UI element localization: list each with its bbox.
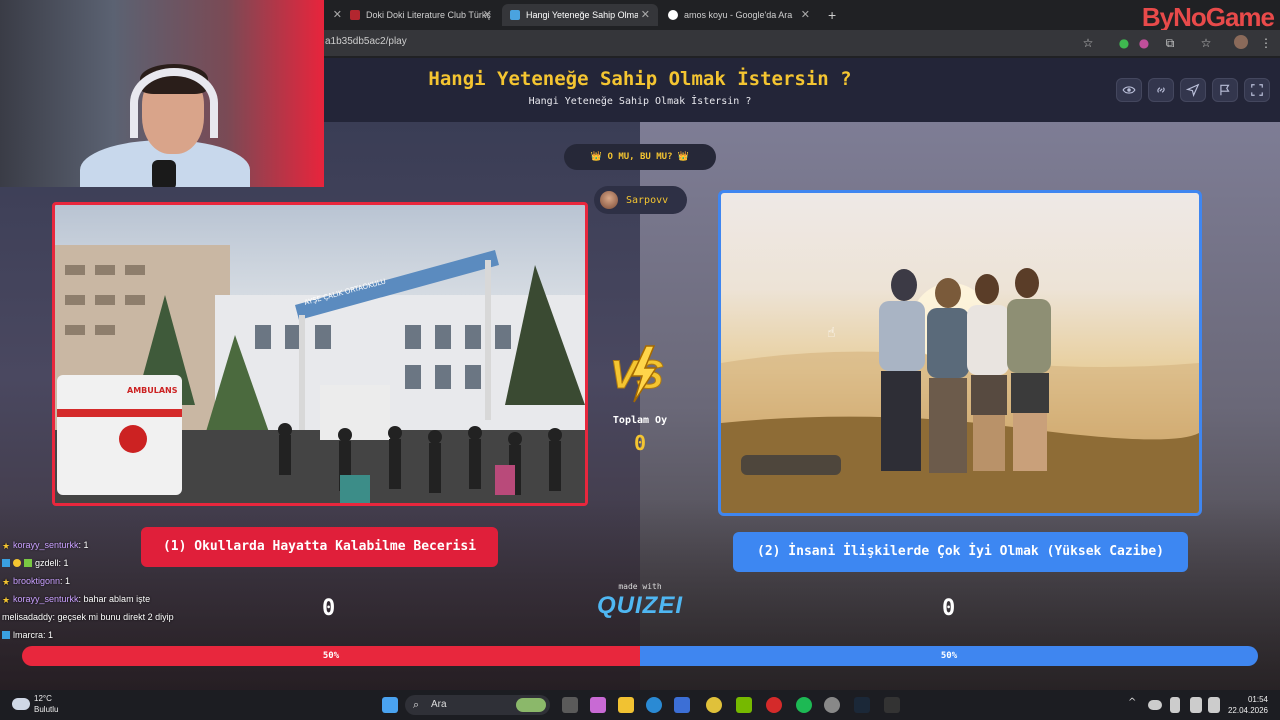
google-favicon-icon [668,10,678,20]
bookmarks-icon[interactable]: ☆ [1198,35,1214,51]
star-badge-icon: ★ [2,541,11,551]
eye-icon[interactable] [1116,78,1142,102]
tab-label: Hangi Yeteneğe Sahip Olmak İs [526,10,638,20]
clock-date: 22.04.2026 [1227,706,1268,715]
search-placeholder: Ara [431,699,447,710]
edge-icon[interactable] [646,697,662,713]
send-icon[interactable] [1180,78,1206,102]
windows-start-icon[interactable] [382,697,398,713]
cloud-icon [12,698,30,710]
weather-desc: Bulutlu [34,705,59,714]
weather-widget[interactable]: 12°C Bulutlu [34,693,58,715]
star-badge-icon: ★ [2,595,11,605]
extension-icon[interactable]: ● [1136,35,1152,51]
total-votes-label: Toplam Oy [612,415,668,426]
webcam-overlay [0,0,324,187]
new-tab-button[interactable]: + [820,4,840,26]
tab-google[interactable]: amos koyu - Google'da Ara ✕ [660,4,818,26]
badge-icon [2,631,10,639]
option-2-votes: 0 [942,596,956,621]
chrome-icon[interactable] [706,697,722,713]
chat-message: ★ brooktigonn: 1 [2,572,242,590]
mode-badge: 👑 O MU, BU MU? 👑 [564,144,716,170]
vote-progress-bar: 50% 50% [22,646,1258,666]
chevron-up-icon[interactable]: ^ [1128,697,1138,713]
option-1-percent: 50% [22,646,640,666]
opera-icon[interactable] [766,697,782,713]
taskbar-search[interactable]: ⌕ Ara [405,695,550,715]
link-icon[interactable] [1148,78,1174,102]
chat-message: gzdell: 1 [2,554,242,572]
ambulance-text: AMBULANS [127,386,178,395]
bynogame-watermark: ByNoGame [1141,2,1275,32]
player-chip: Sarpovv [594,186,687,214]
tab-quiz[interactable]: Hangi Yeteneğe Sahip Olmak İs ✕ [502,4,658,26]
onedrive-icon[interactable] [1148,700,1162,710]
steam-icon[interactable] [854,697,870,713]
bookmark-star-icon[interactable]: ☆ [1080,35,1096,51]
chat-message: lmarcra: 1 [2,626,242,644]
weather-temp: 12°C [34,694,52,703]
badge-icon [24,559,32,567]
nvidia-icon[interactable] [736,697,752,713]
tab-label: Doki Doki Literature Club Türkç [366,10,491,20]
tab-label: amos koyu - Google'da Ara [684,10,793,20]
search-highlight-icon [516,698,546,712]
url-text[interactable]: a1b35db5ac2/play [325,36,407,47]
star-badge-icon: ★ [2,577,11,587]
network-icon[interactable] [1190,697,1202,713]
close-icon[interactable]: ✕ [483,8,492,21]
extensions-puzzle-icon[interactable]: ⧉ [1162,35,1178,51]
quizei-logo[interactable]: QUIZEI [590,592,690,620]
headphones-icon [130,68,218,138]
spotify-icon[interactable] [796,697,812,713]
badge-icon [13,559,21,567]
chat-message: ★ korayy_senturkk: 1 [2,536,242,554]
option-2-image[interactable]: ☝ [718,190,1202,516]
cursor-hand-icon: ☝ [827,325,836,341]
close-icon[interactable]: ✕ [801,8,810,21]
tab-favicon-icon [350,10,360,20]
option-1-image[interactable]: AYŞE ÇALIK ORTAOKULU AMBULANS [52,202,588,506]
epic-games-icon[interactable] [884,697,900,713]
tab-close-partial[interactable]: ✕ [326,4,342,26]
system-clock[interactable]: 01:54 22.04.2026 [1228,694,1268,716]
task-view-icon[interactable] [562,697,578,713]
copilot-icon[interactable] [590,697,606,713]
fullscreen-icon[interactable] [1244,78,1270,102]
windows-taskbar: 12°C Bulutlu ⌕ Ara ^ 01:54 22.04.2026 [0,690,1280,720]
file-explorer-icon[interactable] [618,697,634,713]
volume-icon[interactable] [1208,697,1220,713]
avatar [600,191,618,209]
store-icon[interactable] [674,697,690,713]
player-name: Sarpovv [626,194,669,206]
tab-doki-doki[interactable]: Doki Doki Literature Club Türkç ✕ [342,4,500,26]
microphone-tray-icon[interactable] [1170,697,1180,713]
chat-message: melisadaddy: geçsek mi bunu direkt 2 diy… [2,612,174,622]
option-2-percent: 50% [640,646,1258,666]
badge-icon [2,559,10,567]
discord-icon[interactable] [824,697,840,713]
tab-favicon-icon [510,10,520,20]
made-with-label: made with [618,582,662,591]
microphone-icon [152,160,176,187]
extension-icon[interactable]: ● [1116,35,1132,51]
option-1-votes: 0 [322,596,336,621]
clock-time: 01:54 [1247,695,1268,704]
menu-icon[interactable]: ⋮ [1258,35,1274,51]
option-2-button[interactable]: (2) İnsani İlişkilerde Çok İyi Olmak (Yü… [733,532,1188,572]
profile-avatar-icon[interactable] [1234,35,1248,49]
search-icon: ⌕ [413,699,420,711]
flag-icon[interactable] [1212,78,1238,102]
vs-lightning-icon: VS [610,345,664,403]
total-votes-value: 0 [633,431,647,455]
chat-overlay: ★ korayy_senturkk: 1 gzdell: 1 ★ brooktigo… [2,536,242,644]
close-icon[interactable]: ✕ [641,8,650,21]
chat-message: ★ korayy_senturkk: bahar ablam işte [2,590,242,608]
